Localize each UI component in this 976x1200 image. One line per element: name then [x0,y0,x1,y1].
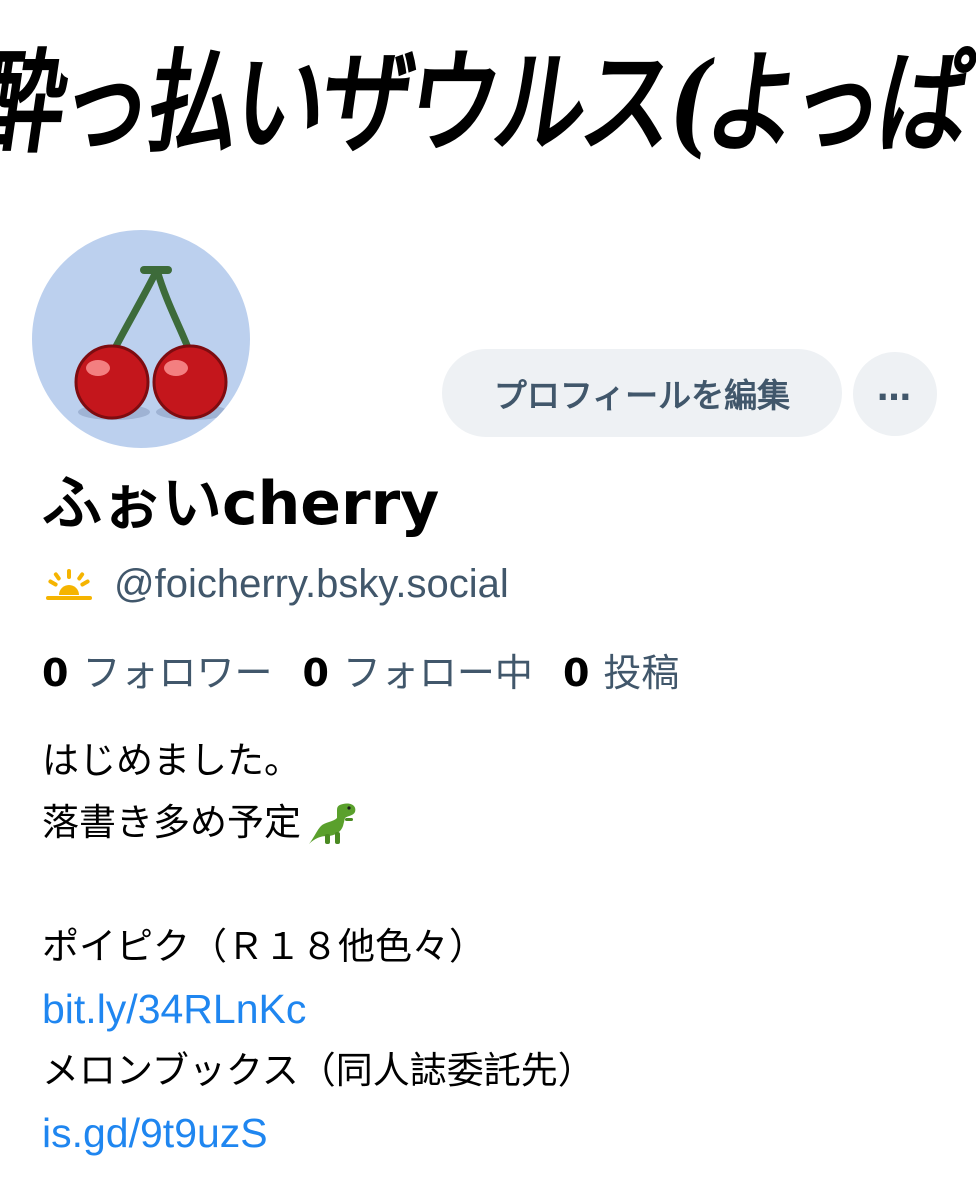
following-stat[interactable]: 0 フォロー中 [302,642,532,697]
edit-profile-button[interactable]: プロフィールを編集 [442,349,842,437]
following-label: フォロー中 [342,651,533,695]
handle-row: @foicherry.bsky.social [42,562,509,607]
following-count: 0 [302,651,329,695]
dinosaur-icon [309,803,356,844]
avatar[interactable] [28,226,254,452]
bio-link-row: bit.ly/34RLnKc [42,978,942,1040]
bio-blank-line [42,854,942,916]
followers-stat[interactable]: 0 フォロワー [42,642,272,697]
more-options-button[interactable]: … [853,352,937,436]
posts-stat: 0 投稿 [563,642,679,697]
bio-line: メロンブックス（同人誌委託先） [42,1049,595,1092]
sunrise-icon [46,568,92,605]
bio-line: ポイピク（Ｒ１８他色々） [42,925,486,968]
bio-line: 落書き多め予定 [42,801,301,844]
more-icon: … [877,369,913,409]
handle[interactable]: @foicherry.bsky.social [114,562,509,607]
bio-link-poipiku[interactable]: bit.ly/34RLnKc [42,978,306,1040]
profile-bio: はじめました。 落書き多め予定 ポイピク（Ｒ１８他色々） bit.ly/34RL… [42,730,942,1164]
bio-line: はじめました。 [42,739,301,782]
followers-label: フォロワー [82,651,273,695]
followers-count: 0 [42,651,69,695]
profile-banner[interactable]: 酔っ払いザウルス(よっぱらいざうるす) [0,0,976,250]
profile-stats: 0 フォロワー 0 フォロー中 0 投稿 [42,642,709,697]
bio-link-melonbooks[interactable]: is.gd/9t9uzS [42,1102,268,1164]
banner-text: 酔っ払いザウルス(よっぱらいざうるす) [0,38,976,169]
cherry-icon [74,266,228,420]
posts-label: 投稿 [603,651,680,695]
display-name: ふぉいcherry [42,469,440,539]
bio-line-with-icon: 落書き多め予定 [42,792,942,854]
posts-count: 0 [562,651,590,695]
bio-link-row: is.gd/9t9uzS [42,1102,942,1164]
